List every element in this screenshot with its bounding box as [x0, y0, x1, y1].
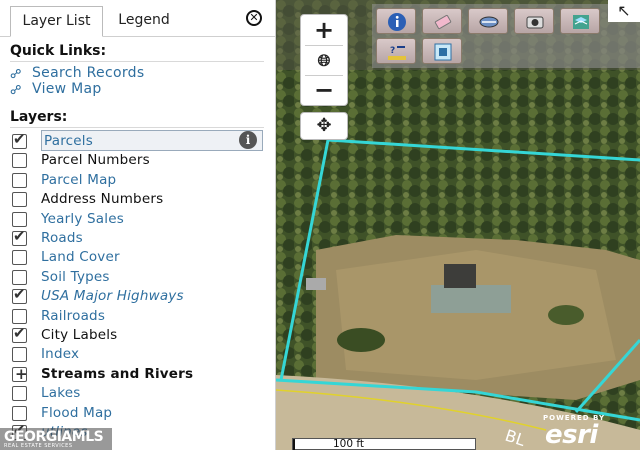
layer-row[interactable]: Flood Map [12, 404, 266, 423]
layers-icon [573, 15, 589, 29]
zoom-in-button[interactable]: + [301, 15, 347, 45]
info-tool-button[interactable] [376, 8, 416, 34]
georgiamls-logo: GEORGIAMLS REAL ESTATE SERVICES [0, 428, 112, 450]
arrow-up-left-icon[interactable]: ↖ [608, 0, 640, 22]
layer-row[interactable]: Yearly Sales [12, 210, 266, 229]
layers-tool-button[interactable] [560, 8, 600, 34]
zoom-control: + 🌐︎ − [300, 14, 348, 106]
layer-row[interactable]: Soil Types [12, 268, 266, 287]
layers-heading: Layers: [10, 109, 68, 125]
layer-row[interactable]: Railroads [12, 307, 266, 326]
layer-row[interactable]: City Labels [12, 324, 266, 345]
search-records-link[interactable]: ⚯ Search Records [7, 64, 145, 84]
layer-label[interactable]: Yearly Sales [41, 211, 124, 227]
measure-icon [479, 16, 499, 28]
info-icon[interactable]: i [239, 131, 257, 149]
layer-label[interactable]: Parcel Map [41, 172, 116, 188]
layer-row[interactable]: Parcelsi [12, 130, 266, 151]
layer-row[interactable]: Lakes [12, 384, 266, 403]
tab-layer-list[interactable]: Layer List [10, 6, 103, 37]
layer-label[interactable]: Index [41, 346, 79, 362]
camera-icon [526, 16, 544, 29]
esri-logo: POWERED BY esri [539, 414, 631, 450]
layer-row[interactable]: Index [12, 345, 266, 364]
pan-icon[interactable]: ✥ [300, 112, 348, 140]
layer-checkbox[interactable] [12, 347, 27, 363]
divider [10, 61, 264, 62]
zoom-out-button[interactable]: − [301, 75, 347, 105]
layer-checkbox[interactable] [12, 211, 27, 227]
view-map-label: View Map [32, 81, 102, 97]
layer-label[interactable]: USA Major Highways [41, 288, 184, 304]
search-records-label: Search Records [32, 65, 145, 81]
layer-checkbox[interactable] [12, 324, 27, 343]
layer-label[interactable]: Parcels [41, 130, 263, 151]
layer-label[interactable]: Soil Types [41, 269, 110, 285]
layer-label[interactable]: Roads [41, 230, 83, 246]
export-icon [434, 43, 452, 61]
tab-legend[interactable]: Legend [108, 6, 180, 37]
layer-label[interactable]: Streams and Rivers [41, 366, 193, 382]
export-tool-button[interactable] [422, 38, 462, 64]
map-toolbar: ? [372, 4, 640, 68]
layer-checkbox[interactable] [12, 269, 27, 285]
info-icon [388, 13, 406, 31]
link-icon: ⚯ [6, 80, 27, 101]
quick-links-heading: Quick Links: [10, 43, 107, 59]
scale-label: 100 ft [333, 438, 365, 450]
layer-row[interactable]: USA Major Highways [12, 285, 266, 306]
scale-bar: 100 ft [292, 438, 476, 450]
layer-checkbox[interactable] [12, 386, 27, 402]
query-icon: ? [388, 46, 406, 60]
layer-panel: Layer List Legend ✕ Quick Links: ⚯ Search… [0, 0, 276, 450]
layer-label[interactable]: Railroads [41, 308, 105, 324]
print-tool-button[interactable] [514, 8, 554, 34]
layer-checkbox[interactable] [12, 285, 27, 305]
expand-toggle[interactable] [12, 365, 28, 383]
layer-checkbox[interactable] [12, 153, 27, 169]
layer-row[interactable]: Parcel Numbers [12, 151, 266, 170]
layer-checkbox[interactable] [12, 227, 27, 246]
eraser-icon [434, 14, 452, 30]
layer-label[interactable]: Lakes [41, 385, 80, 401]
measure-tool-button[interactable] [468, 8, 508, 34]
close-panel-icon[interactable]: ✕ [246, 10, 262, 26]
layer-checkbox[interactable] [12, 405, 27, 421]
panel-tabs: Layer List Legend ✕ [0, 0, 275, 37]
layer-checkbox[interactable] [12, 250, 27, 266]
layer-row[interactable]: Land Cover [12, 248, 266, 267]
layer-row[interactable]: Address Numbers [12, 190, 266, 209]
query-tool-button[interactable]: ? [376, 38, 416, 64]
watermark-sub: REAL ESTATE SERVICES [4, 443, 73, 449]
layer-label[interactable]: City Labels [41, 327, 117, 343]
layer-row[interactable]: Parcel Map [12, 171, 266, 190]
svg-text:?: ? [390, 46, 395, 56]
esri-brand: esri [545, 420, 598, 450]
globe-icon[interactable]: 🌐︎ [301, 46, 347, 76]
layer-label[interactable]: Parcel Numbers [41, 152, 150, 168]
layer-row[interactable]: Streams and Rivers [12, 365, 266, 384]
layer-label[interactable]: Address Numbers [41, 191, 163, 207]
layer-label[interactable]: Flood Map [41, 405, 112, 421]
scale-tick [293, 439, 295, 450]
layer-checkbox[interactable] [12, 308, 27, 324]
layer-checkbox[interactable] [12, 172, 27, 188]
eraser-tool-button[interactable] [422, 8, 462, 34]
layer-row[interactable]: Roads [12, 227, 266, 248]
layer-checkbox[interactable] [12, 192, 27, 208]
view-map-link[interactable]: ⚯ View Map [7, 80, 102, 100]
map-view[interactable]: BL + 🌐︎ − ✥ ? ↖ 100 ft POWERED BY esri [276, 0, 640, 450]
layer-label[interactable]: Land Cover [41, 249, 120, 265]
divider [10, 127, 264, 128]
layer-checkbox[interactable] [12, 130, 27, 149]
